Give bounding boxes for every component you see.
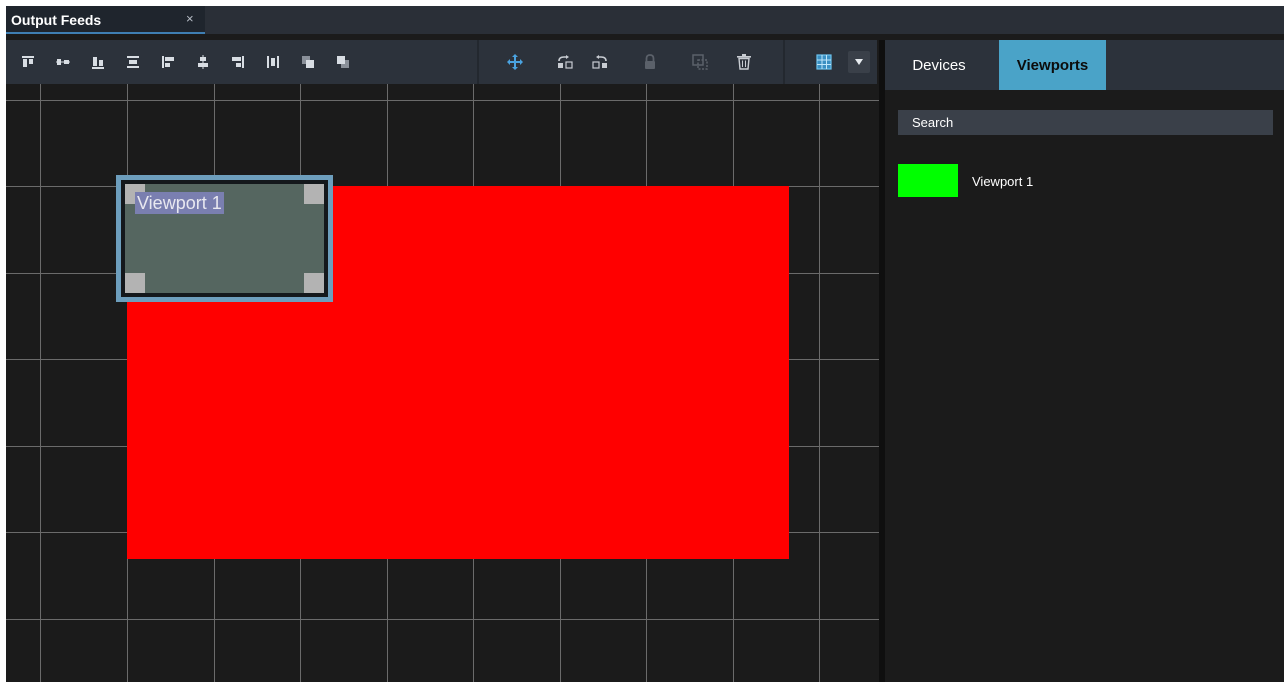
move-icon[interactable] bbox=[503, 40, 527, 84]
side-panel: Devices Viewports Viewport 1 bbox=[885, 40, 1284, 682]
grid-icon[interactable] bbox=[812, 40, 836, 84]
send-backward-icon[interactable] bbox=[331, 40, 355, 84]
duplicate-icon[interactable] bbox=[688, 40, 712, 84]
app-window: Output Feeds × Viewport 1 Devices Viewpo… bbox=[6, 6, 1284, 682]
resize-handle-top-right[interactable] bbox=[304, 184, 324, 204]
resize-handle-bottom-left[interactable] bbox=[125, 273, 145, 293]
chevron-down-icon bbox=[855, 59, 863, 65]
grid-options-dropdown[interactable] bbox=[848, 51, 870, 73]
align-top-icon[interactable] bbox=[16, 40, 40, 84]
align-bottom-icon[interactable] bbox=[86, 40, 110, 84]
side-tab-bar: Devices Viewports bbox=[885, 40, 1284, 90]
layout-canvas[interactable]: Viewport 1 bbox=[6, 84, 879, 682]
toolbar bbox=[6, 40, 877, 84]
rotate-left-icon[interactable] bbox=[553, 40, 577, 84]
viewport-rectangle[interactable]: Viewport 1 bbox=[121, 180, 328, 297]
list-item[interactable]: Viewport 1 bbox=[898, 160, 1273, 200]
grid-line bbox=[40, 84, 41, 682]
tab-devices[interactable]: Devices bbox=[885, 40, 993, 90]
viewport-label: Viewport 1 bbox=[135, 192, 224, 214]
bring-forward-icon[interactable] bbox=[296, 40, 320, 84]
distribute-icon[interactable] bbox=[261, 40, 285, 84]
lock-icon[interactable] bbox=[638, 40, 662, 84]
align-right-icon[interactable] bbox=[226, 40, 250, 84]
grid-line bbox=[819, 84, 820, 682]
toolbar-separator bbox=[783, 40, 785, 84]
color-swatch bbox=[898, 164, 958, 197]
align-left-icon[interactable] bbox=[156, 40, 180, 84]
viewport-selection[interactable]: Viewport 1 bbox=[116, 175, 333, 302]
grid-line bbox=[6, 100, 879, 101]
tab-output-feeds[interactable]: Output Feeds × bbox=[6, 6, 205, 34]
list-item-label: Viewport 1 bbox=[972, 174, 1034, 189]
tab-strip: Output Feeds × bbox=[6, 6, 1284, 34]
tab-title: Output Feeds bbox=[11, 12, 102, 28]
align-middle-icon[interactable] bbox=[121, 40, 145, 84]
trash-icon[interactable] bbox=[732, 40, 756, 84]
resize-handle-bottom-right[interactable] bbox=[304, 273, 324, 293]
align-center-vertical-icon[interactable] bbox=[51, 40, 75, 84]
toolbar-separator bbox=[477, 40, 479, 84]
rotate-right-icon[interactable] bbox=[588, 40, 612, 84]
search-input[interactable] bbox=[898, 110, 1273, 135]
tab-viewports[interactable]: Viewports bbox=[999, 40, 1106, 90]
align-center-horizontal-icon[interactable] bbox=[191, 40, 215, 84]
grid-line bbox=[6, 619, 879, 620]
close-icon[interactable]: × bbox=[186, 11, 194, 26]
